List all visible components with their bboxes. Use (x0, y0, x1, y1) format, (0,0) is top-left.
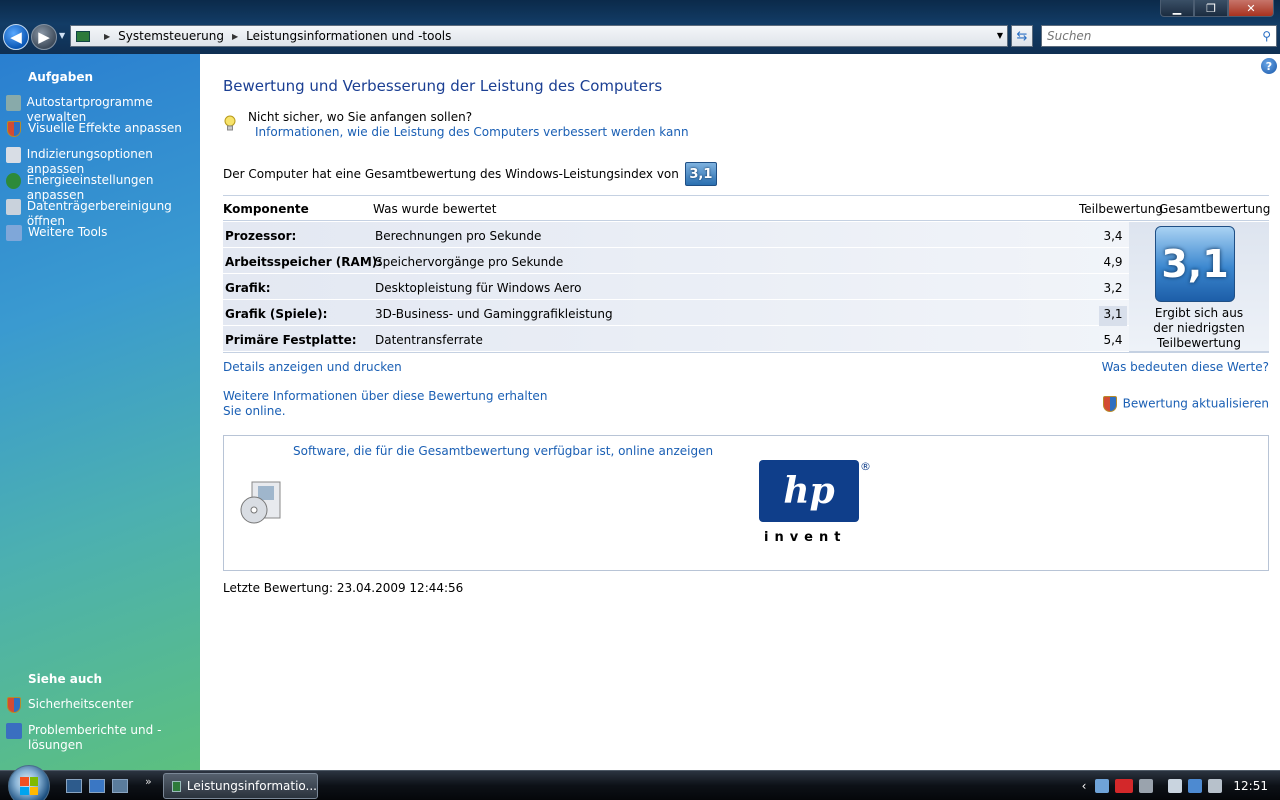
back-button[interactable]: ◀ (3, 24, 29, 50)
task-pane: Aufgaben Autostartprogramme verwalten Vi… (0, 54, 200, 770)
overall-rating-text: Der Computer hat eine Gesamtbewertung de… (223, 167, 679, 181)
overall-rating: Der Computer hat eine Gesamtbewertung de… (223, 162, 717, 186)
breadcrumb-separator-icon[interactable]: ▶ (232, 32, 238, 41)
taskbar-button-performance[interactable]: Leistungsinformatio... (163, 773, 318, 799)
disk-cleanup-icon (6, 199, 21, 215)
tasks-heading: Aufgaben (28, 70, 94, 84)
more-info-link-online[interactable]: Sie online. (223, 404, 286, 418)
rating-table: Komponente Was wurde bewertet Teilbewert… (223, 195, 1271, 353)
security-center-icon (6, 697, 22, 713)
page-title: Bewertung und Verbesserung der Leistung … (223, 77, 663, 95)
indexing-icon (6, 147, 21, 163)
forward-button[interactable]: ▶ (31, 24, 57, 50)
connection-icon[interactable] (1188, 779, 1203, 793)
see-also-heading: Siehe auch (28, 672, 103, 686)
table-divider (223, 352, 1269, 353)
arrow-left-icon: ◀ (10, 28, 22, 46)
windows-logo-icon (20, 777, 38, 795)
maximize-button[interactable]: ❐ (1194, 0, 1228, 17)
shield-icon (1102, 396, 1117, 412)
refresh-button[interactable]: ⇆ (1011, 25, 1033, 47)
help-icon[interactable]: ? (1261, 58, 1277, 74)
overall-score-badge: 3,1 (684, 162, 717, 186)
startup-icon (6, 95, 21, 111)
what-values-mean-link[interactable]: Was bedeuten diese Werte? (1102, 360, 1269, 374)
header-basescore: Gesamtbewertung (1159, 202, 1271, 216)
breadcrumb-leistungsinformationen[interactable]: Leistungsinformationen und -tools (246, 29, 451, 43)
check-icon[interactable] (89, 779, 105, 793)
improve-performance-link[interactable]: Informationen, wie die Leistung des Comp… (255, 125, 689, 139)
sidebar-item-problem-reports[interactable]: Problemberichte und -lösungen (0, 723, 200, 757)
sidebar-item-visual-effects[interactable]: Visuelle Effekte anpassen (0, 121, 200, 143)
table-row: Grafik (Spiele): 3D-Business- und Gaming… (223, 300, 1129, 328)
network-icon[interactable] (1139, 779, 1154, 793)
system-tray: ‹ 12:51 (1082, 771, 1280, 800)
sidebar-item-more-tools[interactable]: Weitere Tools (0, 225, 200, 247)
registered-mark: ® (860, 460, 871, 473)
address-bar[interactable]: ▶ Systemsteuerung ▶ Leistungsinformation… (70, 25, 1008, 47)
table-header: Komponente Was wurde bewertet Teilbewert… (223, 195, 1271, 221)
control-panel-icon (172, 780, 181, 792)
header-rated: Was wurde bewertet (373, 202, 497, 216)
search-box[interactable]: ⚲ (1041, 25, 1277, 47)
tip-question: Nicht sicher, wo Sie anfangen sollen? (248, 110, 473, 124)
more-info-link[interactable]: Weitere Informationen über diese Bewertu… (223, 389, 547, 403)
search-input[interactable] (1047, 29, 1247, 43)
sidebar-item-indexing[interactable]: Indizierungsoptionen anpassen (0, 147, 200, 176)
close-button[interactable]: ✕ (1228, 0, 1274, 17)
chevron-down-icon[interactable]: ▼ (997, 31, 1003, 40)
sidebar-item-security-center[interactable]: Sicherheitscenter (0, 697, 200, 719)
shield-icon (6, 121, 22, 137)
header-component: Komponente (223, 202, 309, 216)
base-score-panel: 3,1 Ergibt sich aus der niedrigsten Teil… (1129, 222, 1269, 352)
tools-icon (6, 225, 22, 241)
recent-pages-dropdown[interactable]: ▼ (59, 31, 65, 40)
software-panel: Software, die für die Gesamtbewertung ve… (223, 435, 1269, 571)
search-icon[interactable]: ⚲ (1262, 29, 1271, 43)
control-panel-icon (76, 30, 90, 42)
problem-reports-icon (6, 723, 22, 739)
software-online-link[interactable]: Software, die für die Gesamtbewertung ve… (293, 444, 713, 458)
base-score-badge: 3,1 (1155, 226, 1235, 302)
last-rating: Letzte Bewertung: 23.04.2009 12:44:56 (223, 581, 464, 595)
sidebar-item-power[interactable]: Energieeinstellungen anpassen (0, 173, 200, 202)
volume-icon[interactable] (1208, 779, 1223, 793)
content-area: ? Bewertung und Verbesserung der Leistun… (200, 54, 1280, 770)
details-print-link[interactable]: Details anzeigen und drucken (223, 360, 402, 374)
table-row: Grafik: Desktopleistung für Windows Aero… (223, 274, 1129, 300)
show-desktop-icon[interactable] (66, 779, 82, 793)
header-subscore: Teilbewertung (1079, 202, 1164, 216)
switch-windows-icon[interactable] (112, 779, 128, 793)
minimize-button[interactable]: ▁ (1160, 0, 1194, 17)
hp-tagline: invent (764, 530, 847, 545)
table-row: Primäre Festplatte: Datentransferrate 5,… (223, 326, 1129, 352)
quicklaunch-more-button[interactable]: » (145, 775, 152, 788)
software-box-icon (240, 481, 281, 524)
ati-icon[interactable] (1115, 779, 1134, 793)
update-rating-link[interactable]: Bewertung aktualisieren (1102, 396, 1269, 412)
clock[interactable]: 12:51 (1233, 779, 1268, 793)
breadcrumb-separator-icon[interactable]: ▶ (104, 32, 110, 41)
tray-expand-icon[interactable]: ‹ (1082, 779, 1087, 793)
arrow-right-icon: ▶ (38, 28, 50, 46)
sidebar-item-disk-cleanup[interactable]: Datenträgerbereinigung öffnen (0, 199, 200, 228)
sidebar-item-autostart[interactable]: Autostartprogramme verwalten (0, 95, 200, 124)
battery-icon[interactable] (1168, 779, 1183, 793)
hp-logo[interactable]: hp (759, 460, 859, 522)
lowest-subscore: 3,1 (1099, 306, 1127, 328)
window-controls: ▁ ❐ ✕ (1160, 0, 1274, 17)
table-row: Arbeitsspeicher (RAM): Speichervorgänge … (223, 248, 1129, 274)
breadcrumb-systemsteuerung[interactable]: Systemsteuerung (118, 29, 224, 43)
base-score-note: Ergibt sich aus der niedrigsten Teilbewe… (1153, 306, 1245, 350)
refresh-icon: ⇆ (1016, 28, 1028, 44)
lightbulb-icon (224, 115, 236, 131)
start-button[interactable] (8, 765, 50, 800)
power-icon (6, 173, 21, 189)
taskbar: » Leistungsinformatio... ‹ 12:51 (0, 765, 1280, 800)
device-icon[interactable] (1095, 779, 1110, 793)
window-titlebar: ▁ ❐ ✕ ◀ ▶ ▼ ▶ Systemsteuerung ▶ Leistung… (0, 0, 1280, 54)
table-row: Prozessor: Berechnungen pro Sekunde 3,4 (223, 222, 1129, 248)
